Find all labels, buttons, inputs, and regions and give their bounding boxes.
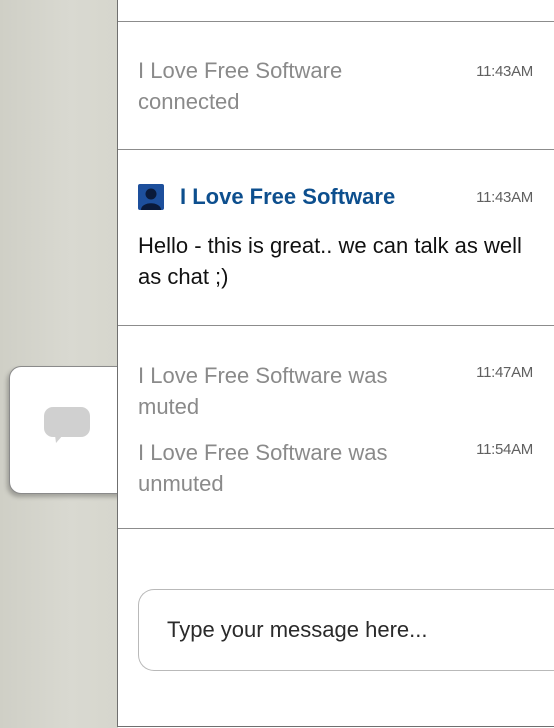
- chat-message-text: Hello - this is great.. we can talk as w…: [138, 233, 522, 289]
- timestamp-unmuted: 11:54AM: [476, 441, 533, 458]
- user-avatar-icon: [138, 183, 164, 210]
- timestamp-muted: 11:47AM: [476, 364, 533, 381]
- message-input[interactable]: [167, 612, 547, 648]
- timestamp-connected: 11:43AM: [476, 63, 533, 80]
- message-composer: [138, 589, 554, 671]
- divider: [118, 21, 554, 22]
- sender-name[interactable]: I Love Free Software: [180, 184, 395, 210]
- page-background: [0, 0, 118, 728]
- chat-bubble-icon: [44, 407, 90, 443]
- divider: [118, 325, 554, 326]
- system-message-muted: I Love Free Software was muted: [138, 363, 388, 419]
- chat-toggle-tab[interactable]: [9, 366, 128, 494]
- divider: [118, 528, 554, 529]
- timestamp-chat: 11:43AM: [476, 189, 533, 206]
- chat-panel: I Love Free Software connected 11:43AM I…: [117, 0, 554, 727]
- system-message-connected: I Love Free Software connected: [138, 58, 343, 114]
- system-message-unmuted: I Love Free Software was unmuted: [138, 440, 388, 496]
- divider: [118, 149, 554, 150]
- message-header: I Love Free Software: [138, 181, 395, 212]
